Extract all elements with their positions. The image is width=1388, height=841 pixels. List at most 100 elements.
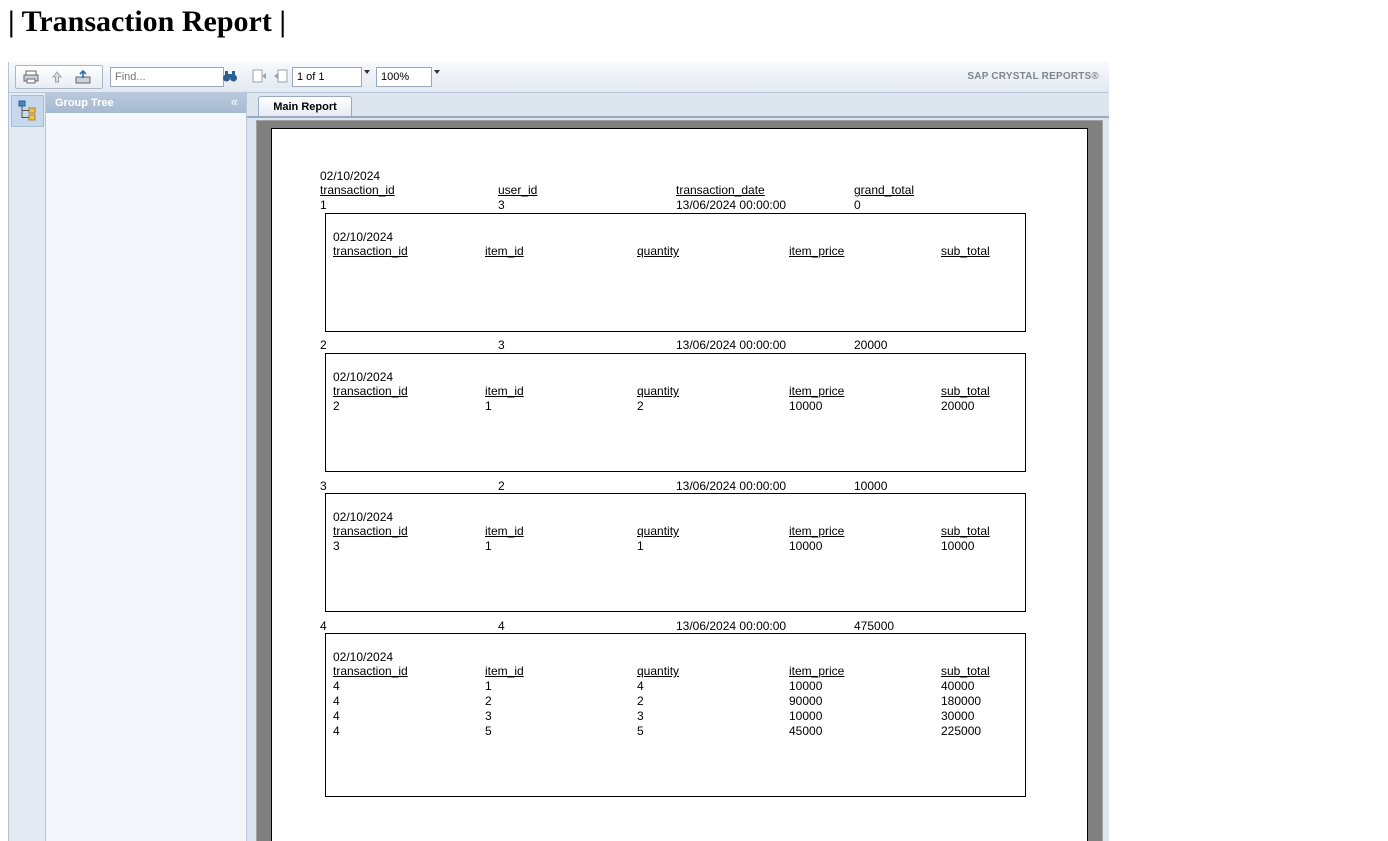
transaction-cell: 3 <box>498 338 505 352</box>
page-dropdown-arrow-icon[interactable] <box>364 70 370 74</box>
print-icon[interactable] <box>22 69 40 85</box>
subreport-box: 02/10/2024 transaction_id item_id quantity i… <box>325 213 1026 332</box>
subreport-cell: 1 <box>485 399 492 413</box>
group-tree-header: Group Tree « <box>46 93 246 113</box>
left-panel-strip <box>9 93 46 841</box>
subreport-cell: 10000 <box>789 679 823 693</box>
subreport-header-sub-total: sub_total <box>941 244 990 258</box>
binoculars-icon[interactable] <box>221 68 239 84</box>
subreport-header-transaction-id: transaction_id <box>333 244 408 258</box>
subreport-header-quantity: quantity <box>637 244 680 258</box>
first-page-icon[interactable] <box>250 68 268 84</box>
subreport-cell: 90000 <box>789 694 823 708</box>
subreport-cell: 10000 <box>789 399 823 413</box>
transaction-cell: 13/06/2024 00:00:00 <box>676 198 787 212</box>
subreport-header-transaction-id: transaction_id <box>333 524 408 538</box>
transaction-cell: 0 <box>854 198 861 212</box>
page-number-input[interactable] <box>292 67 362 87</box>
report-page-frame: 02/10/2024 transaction_id user_id transacti… <box>256 120 1103 841</box>
subreport-cell: 2 <box>637 399 644 413</box>
find-input[interactable] <box>110 67 224 87</box>
subreport-cell: 180000 <box>941 694 982 708</box>
group-tree-toggle-button[interactable] <box>11 95 44 127</box>
report-page: 02/10/2024 transaction_id user_id transacti… <box>271 128 1088 841</box>
subreport-cell: 30000 <box>941 709 975 723</box>
zoom-input[interactable] <box>376 67 432 87</box>
subreport-cell: 1 <box>485 679 492 693</box>
subreport-header-item-id: item_id <box>485 244 524 258</box>
subreport-header-item-id: item_id <box>485 384 524 398</box>
subreport-header-transaction-id: transaction_id <box>333 384 408 398</box>
subreport-cell: 1 <box>637 539 644 553</box>
subreport-date: 02/10/2024 <box>333 370 394 384</box>
transaction-cell: 13/06/2024 00:00:00 <box>676 479 787 493</box>
subreport-cell: 10000 <box>941 539 975 553</box>
transaction-cell: 10000 <box>854 479 888 493</box>
subreport-box: 02/10/2024 transaction_id item_id quantity i… <box>325 493 1026 612</box>
subreport-header-transaction-id: transaction_id <box>333 664 408 678</box>
group-tree-panel: Group Tree « <box>46 93 247 841</box>
transaction-cell: 13/06/2024 00:00:00 <box>676 338 787 352</box>
viewer-toolbar: SAP CRYSTAL REPORTS® <box>9 62 1109 93</box>
subreport-box: 02/10/2024 transaction_id item_id quantity i… <box>325 353 1026 472</box>
subreport-cell: 3 <box>333 539 340 553</box>
subreport-header-quantity: quantity <box>637 664 680 678</box>
crystal-report-viewer: SAP CRYSTAL REPORTS® Group Tree « Main R… <box>8 62 1109 841</box>
subreport-cell: 4 <box>333 694 340 708</box>
subreport-header-sub-total: sub_total <box>941 384 990 398</box>
report-area: Main Report 02/10/2024 transaction_id user… <box>247 93 1109 841</box>
subreport-header-item-price: item_price <box>789 384 845 398</box>
transaction-cell: 1 <box>320 198 327 212</box>
transaction-cell: 3 <box>498 198 505 212</box>
zoom-dropdown-arrow-icon[interactable] <box>434 70 440 74</box>
column-header-grand-total: grand_total <box>854 183 915 197</box>
subreport-cell: 45000 <box>789 724 823 738</box>
subreport-cell: 4 <box>333 679 340 693</box>
subreport-cell: 1 <box>485 539 492 553</box>
subreport-cell: 2 <box>637 694 644 708</box>
column-header-transaction-date: transaction_date <box>676 183 765 197</box>
column-header-user-id: user_id <box>498 183 538 197</box>
transaction-cell: 4 <box>498 619 505 633</box>
subreport-cell: 4 <box>333 724 340 738</box>
upload-icon[interactable] <box>48 69 66 85</box>
transaction-cell: 13/06/2024 00:00:00 <box>676 619 787 633</box>
transaction-cell: 2 <box>320 338 327 352</box>
collapse-panel-button[interactable]: « <box>231 95 238 109</box>
export-icon[interactable] <box>74 69 92 85</box>
transaction-cell: 4 <box>320 619 327 633</box>
subreport-header-sub-total: sub_total <box>941 524 990 538</box>
toolbar-button-group <box>15 65 103 89</box>
column-header-transaction-id: transaction_id <box>320 183 395 197</box>
subreport-header-item-price: item_price <box>789 244 845 258</box>
subreport-date: 02/10/2024 <box>333 650 394 664</box>
report-date: 02/10/2024 <box>320 169 381 183</box>
previous-page-icon[interactable] <box>272 68 290 84</box>
subreport-cell: 10000 <box>789 539 823 553</box>
subreport-header-item-id: item_id <box>485 524 524 538</box>
subreport-cell: 4 <box>637 679 644 693</box>
subreport-cell: 10000 <box>789 709 823 723</box>
subreport-cell: 2 <box>485 694 492 708</box>
subreport-cell: 225000 <box>941 724 982 738</box>
transaction-cell: 2 <box>498 479 505 493</box>
subreport-header-item-id: item_id <box>485 664 524 678</box>
subreport-cell: 2 <box>333 399 340 413</box>
transaction-cell: 3 <box>320 479 327 493</box>
subreport-date: 02/10/2024 <box>333 510 394 524</box>
subreport-header-item-price: item_price <box>789 524 845 538</box>
subreport-date: 02/10/2024 <box>333 230 394 244</box>
subreport-cell: 3 <box>637 709 644 723</box>
subreport-box: 02/10/2024 transaction_id item_id quantity i… <box>325 633 1026 797</box>
transaction-cell: 475000 <box>854 619 895 633</box>
subreport-header-sub-total: sub_total <box>941 664 990 678</box>
subreport-cell: 3 <box>485 709 492 723</box>
subreport-header-quantity: quantity <box>637 384 680 398</box>
subreport-cell: 5 <box>637 724 644 738</box>
tab-main-report[interactable]: Main Report <box>258 96 352 116</box>
group-tree-title: Group Tree <box>55 97 114 109</box>
subreport-cell: 40000 <box>941 679 975 693</box>
subreport-cell: 4 <box>333 709 340 723</box>
transaction-cell: 20000 <box>854 338 888 352</box>
page-title: | Transaction Report | <box>8 5 286 38</box>
